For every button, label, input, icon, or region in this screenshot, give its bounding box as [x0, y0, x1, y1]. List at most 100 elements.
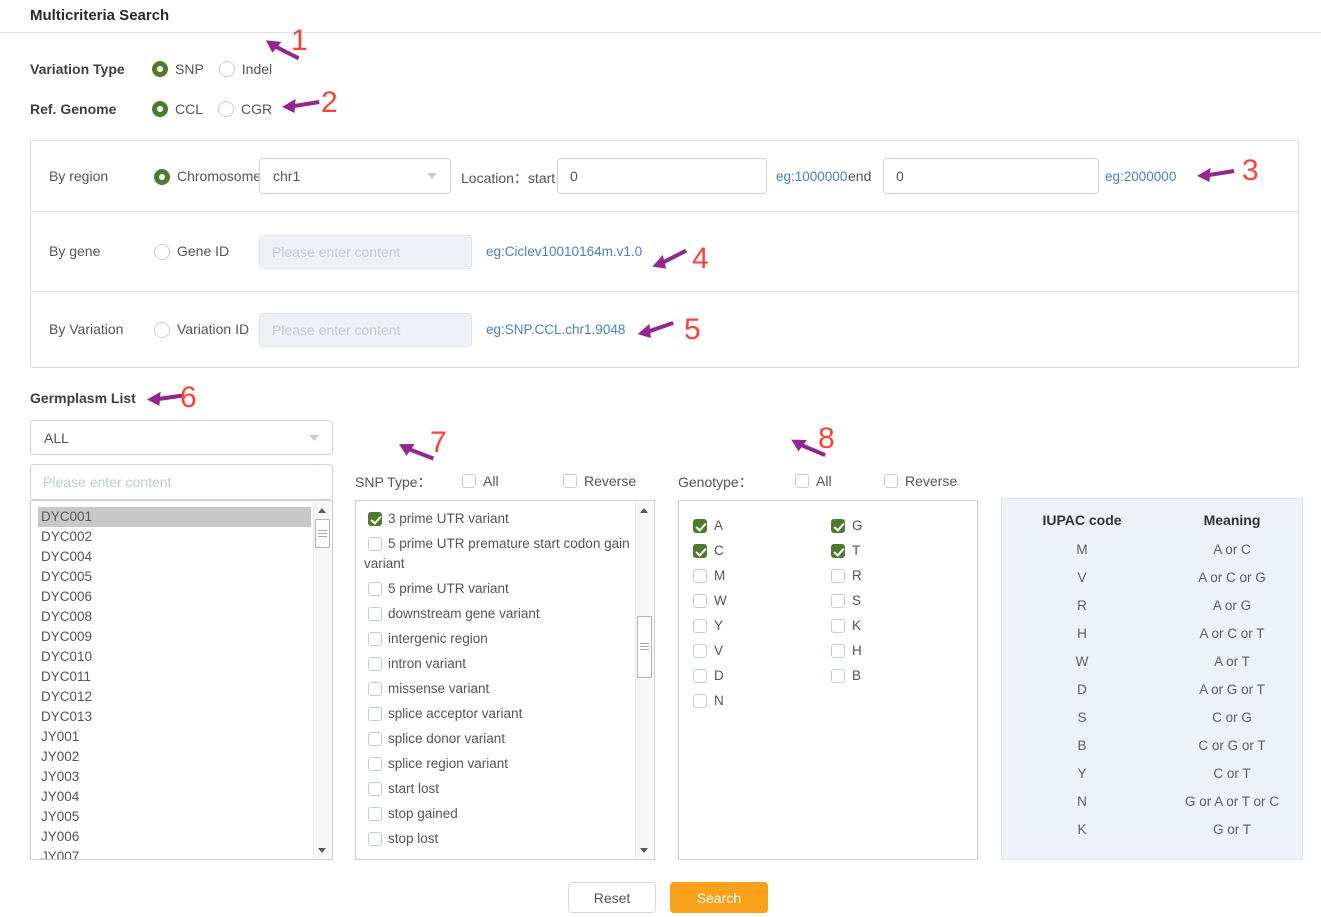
genotype-checkbox[interactable]: [831, 544, 845, 558]
germplasm-filter-select[interactable]: ALL: [30, 420, 333, 455]
genotype-checkbox[interactable]: [831, 519, 845, 533]
variation-id-radio[interactable]: [154, 322, 170, 338]
genotype-checkbox[interactable]: [693, 619, 707, 633]
snp-type-item[interactable]: intron variant: [356, 654, 654, 679]
germplasm-item[interactable]: DYC004: [38, 547, 311, 567]
variation-type-option-snp[interactable]: SNP: [152, 61, 204, 77]
germplasm-item[interactable]: DYC006: [38, 587, 311, 607]
genotype-option[interactable]: A: [693, 513, 727, 538]
germplasm-item[interactable]: DYC010: [38, 647, 311, 667]
end-position-input[interactable]: [883, 158, 1099, 194]
germplasm-item[interactable]: JY005: [38, 807, 311, 827]
snp-type-checkbox[interactable]: [368, 807, 382, 821]
snp-type-item[interactable]: downstream gene variant: [356, 604, 654, 629]
variation-id-input[interactable]: [259, 313, 472, 347]
genotype-checkbox[interactable]: [831, 669, 845, 683]
start-position-input[interactable]: [557, 158, 767, 194]
variation-type-option-indel[interactable]: Indel: [219, 61, 272, 77]
germplasm-item[interactable]: JY004: [38, 787, 311, 807]
germplasm-item[interactable]: JY003: [38, 767, 311, 787]
snp-type-item[interactable]: missense variant: [356, 679, 654, 704]
scrollbar-thumb[interactable]: [637, 616, 652, 678]
genotype-checkbox[interactable]: [831, 594, 845, 608]
germplasm-item[interactable]: DYC008: [38, 607, 311, 627]
genotype-checkbox[interactable]: [693, 569, 707, 583]
germplasm-search-input[interactable]: [30, 464, 333, 500]
snp-type-all-option[interactable]: All: [462, 473, 499, 489]
genotype-option[interactable]: N: [693, 688, 727, 713]
snp-type-item[interactable]: splice acceptor variant: [356, 704, 654, 729]
scroll-down-button[interactable]: [636, 842, 652, 858]
snp-type-checkbox[interactable]: [368, 682, 382, 696]
genotype-option[interactable]: T: [831, 538, 863, 563]
snp-type-item[interactable]: splice region variant: [356, 754, 654, 779]
germplasm-item[interactable]: JY002: [38, 747, 311, 767]
germplasm-item[interactable]: DYC012: [38, 687, 311, 707]
search-button[interactable]: Search: [670, 882, 768, 913]
genotype-checkbox[interactable]: [693, 594, 707, 608]
reset-button[interactable]: Reset: [568, 882, 656, 913]
snp-type-checkbox[interactable]: [368, 607, 382, 621]
genotype-option[interactable]: K: [831, 613, 863, 638]
snp-type-item[interactable]: 5 prime UTR variant: [356, 579, 654, 604]
snp-type-item[interactable]: stop lost: [356, 829, 654, 854]
genotype-option[interactable]: H: [831, 638, 863, 663]
genotype-checkbox[interactable]: [693, 644, 707, 658]
genotype-option[interactable]: M: [693, 563, 727, 588]
indel-radio[interactable]: [219, 61, 235, 77]
snp-type-checkbox[interactable]: [368, 832, 382, 846]
snp-type-checkbox[interactable]: [368, 707, 382, 721]
genotype-option[interactable]: B: [831, 663, 863, 688]
germplasm-item[interactable]: DYC005: [38, 567, 311, 587]
snp-reverse-checkbox[interactable]: [563, 474, 577, 488]
scroll-up-button[interactable]: [636, 502, 652, 518]
genotype-option[interactable]: Y: [693, 613, 727, 638]
germplasm-item[interactable]: JY006: [38, 827, 311, 847]
scroll-up-button[interactable]: [314, 502, 330, 518]
genotype-all-option[interactable]: All: [795, 473, 832, 489]
snp-radio[interactable]: [152, 61, 168, 77]
genotype-option[interactable]: R: [831, 563, 863, 588]
snp-type-checkbox[interactable]: [368, 537, 382, 551]
scroll-down-button[interactable]: [314, 842, 330, 858]
germplasm-item[interactable]: DYC013: [38, 707, 311, 727]
genotype-option[interactable]: W: [693, 588, 727, 613]
ref-genome-option-cgr[interactable]: CGR: [218, 101, 272, 117]
snp-type-item[interactable]: 3 prime UTR variant: [356, 509, 654, 534]
genotype-checkbox[interactable]: [693, 519, 707, 533]
snp-type-item[interactable]: splice donor variant: [356, 729, 654, 754]
germplasm-item[interactable]: DYC001: [38, 507, 311, 527]
snp-type-checkbox[interactable]: [368, 757, 382, 771]
genotype-option[interactable]: S: [831, 588, 863, 613]
scrollbar-thumb[interactable]: [315, 519, 330, 548]
cgr-radio[interactable]: [218, 101, 234, 117]
genotype-checkbox[interactable]: [693, 669, 707, 683]
snp-type-item[interactable]: 5 prime UTR premature start codon gain v…: [356, 534, 654, 579]
genotype-reverse-option[interactable]: Reverse: [884, 473, 957, 489]
germplasm-item[interactable]: JY007: [38, 847, 311, 860]
snp-type-checkbox[interactable]: [368, 512, 382, 526]
snp-type-checkbox[interactable]: [368, 632, 382, 646]
snp-type-item[interactable]: intergenic region: [356, 629, 654, 654]
snp-all-checkbox[interactable]: [462, 474, 476, 488]
snp-type-reverse-option[interactable]: Reverse: [563, 473, 636, 489]
gene-id-input[interactable]: [259, 235, 472, 269]
snp-type-item[interactable]: stop gained: [356, 804, 654, 829]
genotype-option[interactable]: V: [693, 638, 727, 663]
gene-id-radio[interactable]: [154, 244, 170, 260]
genotype-checkbox[interactable]: [831, 569, 845, 583]
snp-type-checkbox[interactable]: [368, 657, 382, 671]
genotype-all-checkbox[interactable]: [795, 474, 809, 488]
snp-type-checkbox[interactable]: [368, 732, 382, 746]
genotype-checkbox[interactable]: [831, 619, 845, 633]
genotype-checkbox[interactable]: [693, 544, 707, 558]
chromosome-select[interactable]: chr1: [259, 158, 451, 194]
genotype-checkbox[interactable]: [693, 694, 707, 708]
genotype-option[interactable]: C: [693, 538, 727, 563]
ccl-radio[interactable]: [152, 101, 168, 117]
snp-type-checkbox[interactable]: [368, 782, 382, 796]
genotype-reverse-checkbox[interactable]: [884, 474, 898, 488]
chromosome-radio[interactable]: [154, 169, 170, 185]
germplasm-item[interactable]: DYC011: [38, 667, 311, 687]
genotype-checkbox[interactable]: [831, 644, 845, 658]
